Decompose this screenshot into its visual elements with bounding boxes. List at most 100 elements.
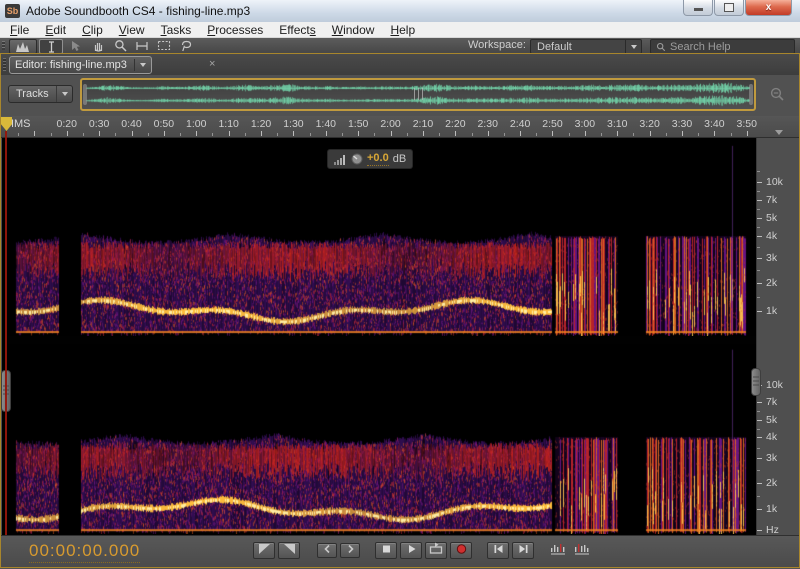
close-button[interactable]: x [745,0,792,16]
spectrogram-channel-right[interactable] [8,344,756,534]
stop-button[interactable] [375,542,397,559]
menu-tasks[interactable]: Tasks [153,22,200,38]
hmarquee-icon [135,41,149,51]
next-button[interactable] [512,542,534,559]
editor-tab[interactable]: Editor: fishing-line.mp3 [9,56,152,74]
play-button[interactable] [400,542,422,559]
freq-tick-minor [757,227,760,228]
marker2-icon [573,542,591,559]
freq-tick [757,402,762,403]
ruler-label-3:00: 3:00 [575,118,595,130]
move-icon [70,40,82,52]
zoom-bar-center-grip[interactable] [414,88,426,100]
marquee-time-tool[interactable] [132,39,152,52]
volume-hud[interactable]: +0.0 dB [327,149,413,169]
chev-right-icon [343,542,358,559]
minimize-button[interactable] [683,0,713,16]
chevron-down-icon [56,86,72,102]
play-icon [404,542,419,559]
freq-tick [757,420,762,421]
zoom-in-button[interactable] [278,542,300,559]
tab-close-icon[interactable]: × [209,58,215,70]
tracks-dropdown[interactable]: Tracks [8,85,73,103]
spectral-frequency-display-toggle[interactable] [9,39,37,54]
move-tool[interactable] [66,39,86,52]
window-title: Adobe Soundbooth CS4 - fishing-line.mp3 [26,0,250,22]
ruler-label-0:50: 0:50 [154,118,174,130]
menu-edit[interactable]: Edit [37,22,74,38]
timecode-display[interactable]: 00:00:00.000 [29,541,140,563]
menu-help[interactable]: Help [382,22,423,38]
freq-tick [757,182,762,183]
ruler-tick [731,133,732,136]
freq-tick-minor [757,429,760,430]
next-marker-button[interactable] [571,542,592,559]
freq-label-3k: 3k [766,452,777,464]
ruler-label-1:10: 1:10 [218,118,238,130]
panel-grip[interactable] [3,58,6,71]
menu-view[interactable]: View [111,22,153,38]
workspace-dropdown[interactable]: Default [530,39,642,54]
freq-label-1k: 1k [766,503,777,515]
ruler-tick [132,131,133,136]
step-back-button[interactable] [317,543,337,558]
zoom-bar-left-handle[interactable] [83,84,87,105]
ruler-tick [423,131,424,136]
freq-tick-minor [757,411,760,412]
menu-file[interactable]: File [2,22,37,38]
rectangle-marquee-tool[interactable] [154,39,174,52]
zoom-bar-right-handle[interactable] [749,84,753,105]
time-selection-tool[interactable] [39,39,63,54]
toolbar-grip[interactable] [2,41,5,50]
loop-playback-button[interactable] [425,542,447,559]
ruler-tick [552,131,553,136]
tab-menu-icon[interactable] [140,63,146,67]
previous-marker-button[interactable] [547,542,568,559]
stop-icon [379,542,394,559]
menu-processes[interactable]: Processes [199,22,271,38]
restore-button[interactable] [714,0,744,16]
ruler-tick [666,133,667,136]
freq-tick [757,509,762,510]
freq-tick [757,236,762,237]
frequency-axis: 10k7k5k4k3k2k1k10k7k5k4k3k2k1kHz [756,138,799,535]
ruler-label-1:40: 1:40 [316,118,336,130]
previous-button[interactable] [487,542,509,559]
overview-zoom-bar[interactable] [80,78,756,111]
zoom-reset-icon[interactable] [769,86,785,102]
menu-effects[interactable]: Effects [271,22,323,38]
prev-icon [491,542,506,559]
lasso-icon [180,40,193,52]
zoom-out-full-button[interactable] [253,542,275,559]
ruler-label-2:40: 2:40 [510,118,530,130]
ruler-tick [212,133,213,136]
ruler-tick [569,133,570,136]
lasso-tool[interactable] [176,39,196,52]
freq-tick [757,258,762,259]
status-bar: 00:00:00.000 [1,535,799,567]
freq-label-7k: 7k [766,396,777,408]
zoom-tool[interactable] [110,39,130,52]
freq-tick [757,458,762,459]
ruler-tick [536,133,537,136]
record-button[interactable] [450,542,472,559]
search-placeholder: Search Help [670,41,731,53]
hand-tool[interactable] [88,39,108,52]
ruler-tick [326,131,327,136]
spectrogram-channel-left[interactable] [8,140,756,336]
ruler-tick [698,133,699,136]
ruler-label-3:50: 3:50 [737,118,757,130]
timeline-ruler[interactable]: HMS 0:200:300:400:501:001:101:201:301:40… [1,116,799,138]
ruler-tick [585,131,586,136]
volume-value[interactable]: +0.0 [367,152,389,166]
right-scroll-thumb[interactable] [751,368,761,396]
step-forward-button[interactable] [340,543,360,558]
menu-window[interactable]: Window [324,22,383,38]
volume-knob-icon[interactable] [351,153,363,165]
search-help-input[interactable]: Search Help [650,39,795,54]
menu-clip[interactable]: Clip [74,22,111,38]
ruler-tick [261,131,262,136]
menu-bar: FileEditClipViewTasksProcessesEffectsWin… [0,22,800,38]
ruler-tick [714,131,715,136]
title-bar[interactable]: Sb Adobe Soundbooth CS4 - fishing-line.m… [0,0,800,23]
